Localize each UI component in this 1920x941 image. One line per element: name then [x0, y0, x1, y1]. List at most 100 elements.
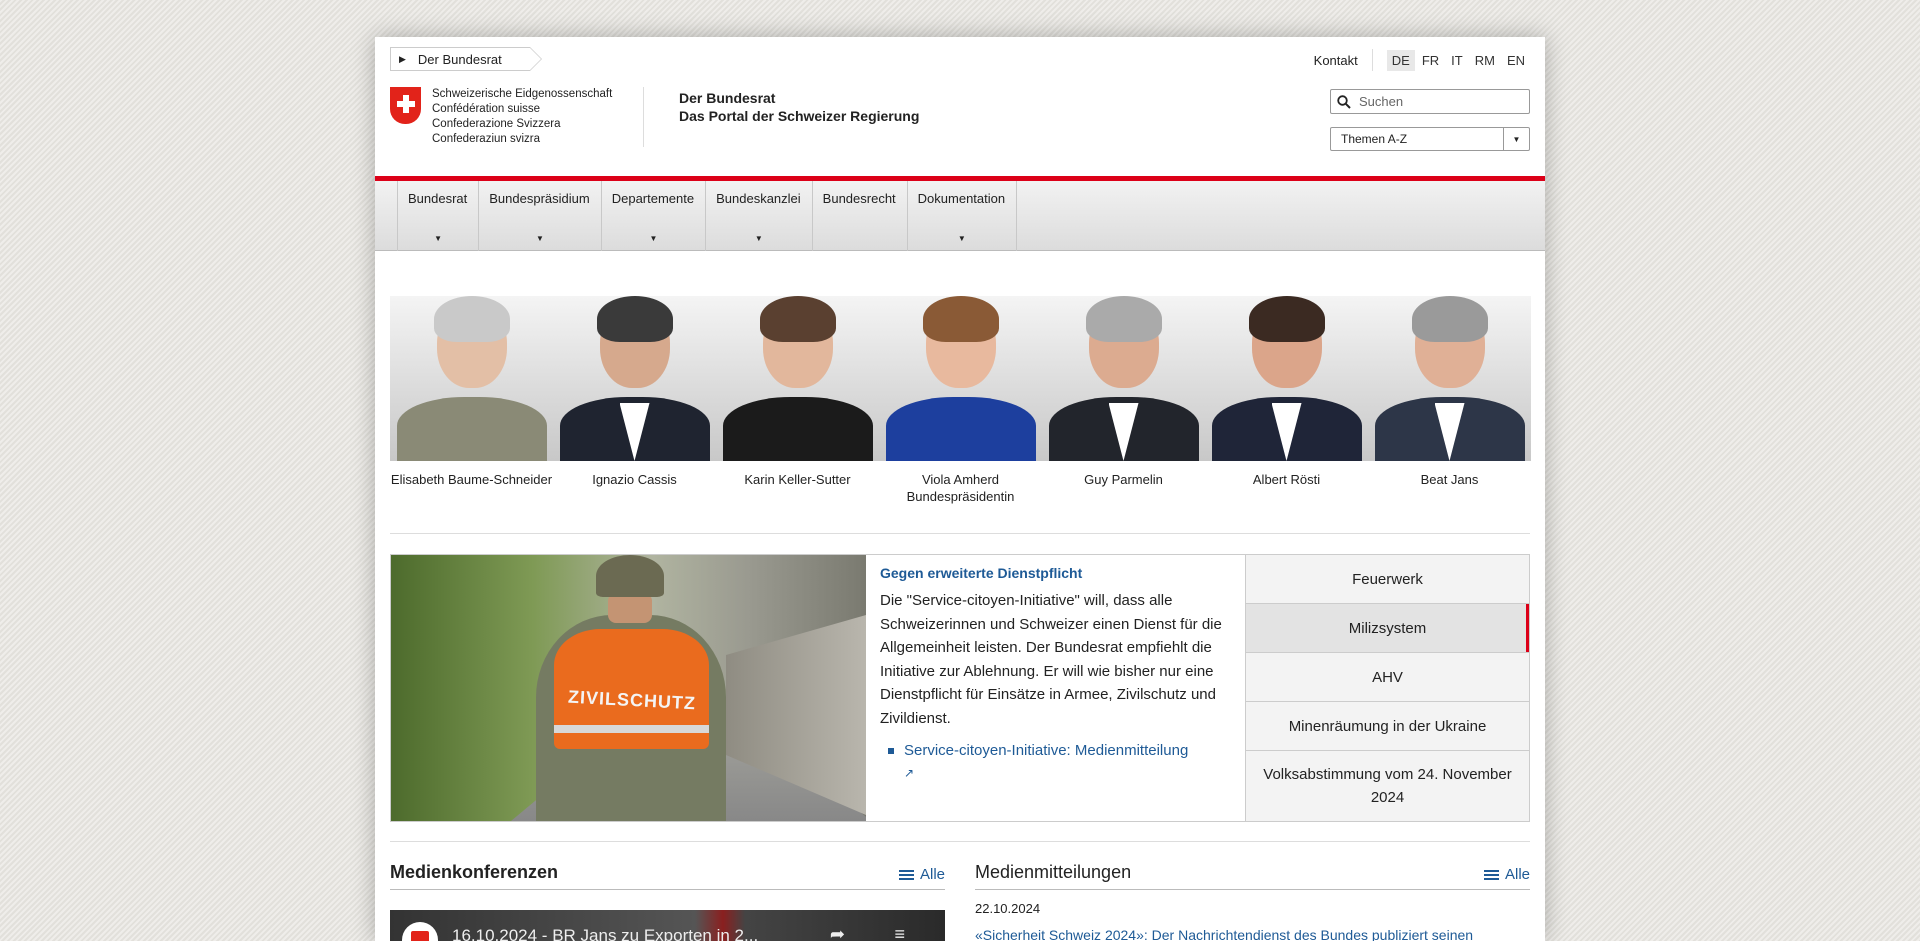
- council-member[interactable]: Elisabeth Baume-Schneider: [390, 296, 553, 505]
- portrait-photo: [716, 296, 879, 461]
- nav-item-label: Bundeskanzlei: [716, 191, 801, 206]
- video-player[interactable]: 16.10.2024 - BR Jans zu Exporten in 2...…: [390, 910, 945, 941]
- main-navigation: Bundesrat ▼ Bundespräsidium ▼ Departemen…: [375, 181, 1545, 251]
- themes-select-value: Themen A-Z: [1341, 132, 1408, 146]
- divider: [390, 841, 1530, 842]
- news-headline-link[interactable]: «Sicherheit Schweiz 2024»: Der Nachricht…: [975, 927, 1530, 941]
- list-icon: [1483, 868, 1499, 882]
- teaser-content: Gegen erweiterte Dienstpflicht Die "Serv…: [866, 555, 1246, 821]
- all-link-label: Alle: [919, 866, 945, 883]
- topic-item[interactable]: Volksabstimmung vom 24. November 2024: [1246, 751, 1529, 821]
- section-header: Medienmitteilungen Alle: [975, 860, 1530, 890]
- breadcrumb-label: Der Bundesrat: [417, 51, 502, 67]
- breadcrumb[interactable]: ▶ Der Bundesrat: [390, 47, 542, 71]
- section-title: Medienmitteilungen: [975, 862, 1132, 882]
- topic-item[interactable]: AHV: [1246, 653, 1529, 702]
- logo-line-de: Schweizerische Eidgenossenschaft: [432, 88, 613, 100]
- caret-down-icon: ▼: [536, 234, 544, 243]
- video-title: 16.10.2024 - BR Jans zu Exporten in 2...: [452, 926, 759, 941]
- nav-item-bundesrecht[interactable]: Bundesrecht: [811, 181, 907, 251]
- topic-item[interactable]: Feuerwerk: [1246, 555, 1529, 604]
- logo-line-fr: Confédération suisse: [432, 103, 541, 115]
- nav-item-bundespraesidium[interactable]: Bundespräsidium ▼: [478, 181, 600, 251]
- lang-it[interactable]: IT: [1446, 50, 1468, 71]
- logo-line-rm: Confederaziun svizra: [432, 133, 541, 145]
- media-conferences-section: Medienkonferenzen Alle 16.10.2024 - BR J…: [390, 860, 945, 941]
- council-member[interactable]: Albert Rösti: [1205, 296, 1368, 505]
- federal-council-members: Elisabeth Baume-Schneider Ignazio Cassis…: [390, 296, 1531, 505]
- member-name-text: Viola Amherd: [921, 472, 1000, 487]
- swiss-cross-icon: [390, 87, 421, 124]
- search-input[interactable]: [1359, 94, 1519, 109]
- caret-down-icon: ▼: [434, 234, 443, 243]
- lang-fr[interactable]: FR: [1417, 50, 1444, 71]
- all-link[interactable]: Alle: [1483, 866, 1530, 883]
- nav-item-label: Bundesrecht: [822, 191, 896, 206]
- playlist-icon[interactable]: ≡: [894, 924, 905, 941]
- portrait-photo: [390, 296, 553, 461]
- lang-de[interactable]: DE: [1386, 49, 1415, 71]
- portrait-photo: [1368, 296, 1531, 461]
- caret-down-icon: ▼: [754, 234, 763, 243]
- channel-logo-icon: [402, 922, 438, 941]
- contact-link[interactable]: Kontakt: [1314, 53, 1358, 68]
- search-box: [1330, 89, 1530, 114]
- teaser-link-item: Service-citoyen-Initiative: Medienmittei…: [880, 740, 1231, 784]
- nav-item-departemente[interactable]: Departemente ▼: [600, 181, 705, 251]
- portal-name: Der Bundesrat: [679, 90, 776, 106]
- featured-teaser: ZIVILSCHUTZ Gegen erweiterte Dienstpflic…: [390, 554, 1530, 822]
- nav-item-bundesrat[interactable]: Bundesrat ▼: [397, 181, 478, 251]
- bullet-icon: [888, 748, 894, 754]
- press-release-link[interactable]: Service-citoyen-Initiative: Medienmittei…: [904, 740, 1188, 784]
- portrait-photo: [553, 296, 716, 461]
- federal-logo[interactable]: Schweizerische Eidgenossenschaft Confédé…: [390, 87, 612, 147]
- divider: [1371, 49, 1373, 71]
- section-header: Medienkonferenzen Alle: [390, 860, 945, 890]
- member-name: Ignazio Cassis: [592, 472, 677, 487]
- top-links: Kontakt DE FR IT RM EN: [1314, 49, 1530, 71]
- portrait-photo: [1042, 296, 1205, 461]
- topic-item[interactable]: Minenräumung in der Ukraine: [1246, 702, 1529, 751]
- nav-item-bundeskanzlei[interactable]: Bundeskanzlei ▼: [705, 181, 812, 251]
- topic-item-active[interactable]: Milizsystem: [1246, 604, 1529, 653]
- lang-en[interactable]: EN: [1502, 50, 1530, 71]
- nav-item-dokumentation[interactable]: Dokumentation ▼: [906, 181, 1018, 251]
- portal-subtitle: Das Portal der Schweizer Regierung: [679, 108, 920, 124]
- council-member[interactable]: Viola Amherd Bundespräsidentin: [879, 296, 1042, 505]
- nav-item-label: Departemente: [611, 191, 695, 206]
- lang-rm[interactable]: RM: [1470, 50, 1500, 71]
- all-link[interactable]: Alle: [898, 866, 945, 883]
- member-role: Bundespräsidentin: [906, 489, 1015, 504]
- list-icon: [898, 868, 914, 882]
- nav-item-label: Bundesrat: [408, 191, 468, 206]
- portrait-photo: [1205, 296, 1368, 461]
- logo-line-it: Confederazione Svizzera: [432, 118, 561, 130]
- news-date: 22.10.2024: [975, 901, 1041, 916]
- council-member[interactable]: Guy Parmelin: [1042, 296, 1205, 505]
- all-link-label: Alle: [1504, 866, 1530, 883]
- nav-item-label: Dokumentation: [917, 191, 1006, 206]
- member-name: Beat Jans: [1420, 472, 1479, 487]
- themes-select[interactable]: Themen A-Z ▼: [1330, 127, 1530, 151]
- page: ▶ Der Bundesrat Kontakt DE FR IT RM EN S…: [375, 37, 1545, 941]
- portal-title[interactable]: Der Bundesrat Das Portal der Schweizer R…: [679, 89, 919, 125]
- teaser-image[interactable]: ZIVILSCHUTZ: [391, 555, 866, 821]
- portrait-photo: [879, 296, 1042, 461]
- council-member[interactable]: Beat Jans: [1368, 296, 1531, 505]
- council-member[interactable]: Ignazio Cassis: [553, 296, 716, 505]
- chevron-down-icon: ▼: [1503, 128, 1529, 150]
- teaser-title[interactable]: Gegen erweiterte Dienstpflicht: [880, 565, 1231, 581]
- divider: [390, 533, 1530, 534]
- section-title: Medienkonferenzen: [390, 862, 559, 882]
- divider: [643, 87, 644, 147]
- member-name: Elisabeth Baume-Schneider: [390, 472, 553, 487]
- member-name: Karin Keller-Sutter: [744, 472, 851, 487]
- caret-right-icon: ▶: [399, 53, 406, 64]
- member-name: Guy Parmelin: [1084, 472, 1163, 487]
- search-icon[interactable]: [1337, 94, 1351, 109]
- topics-list: Feuerwerk Milizsystem AHV Minenräumung i…: [1246, 555, 1529, 821]
- council-member[interactable]: Karin Keller-Sutter: [716, 296, 879, 505]
- share-icon[interactable]: ➦: [830, 924, 845, 941]
- caret-down-icon: ▼: [649, 234, 658, 243]
- teaser-body: Die "Service-citoyen-Initiative" will, d…: [880, 592, 1222, 727]
